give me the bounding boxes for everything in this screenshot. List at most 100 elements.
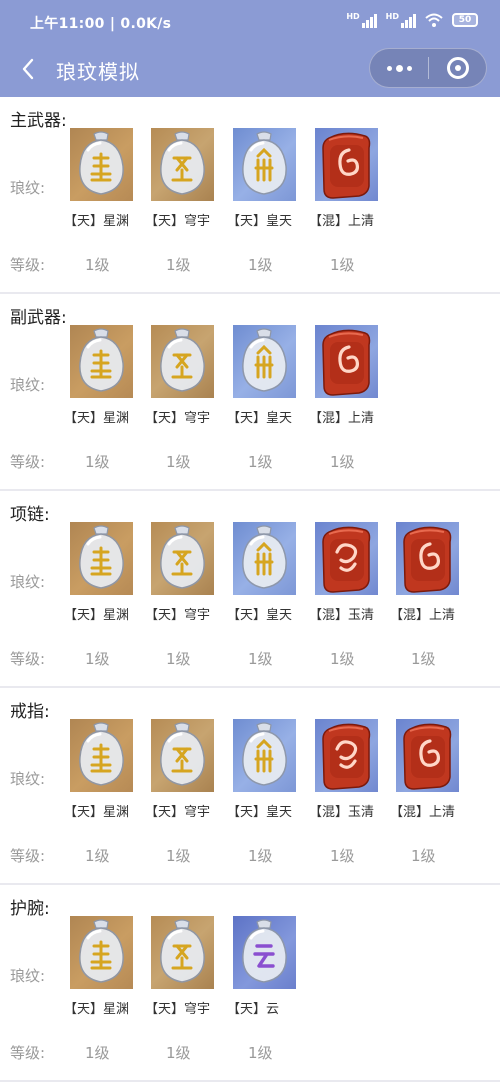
more-button[interactable] [370,49,428,87]
rune-item[interactable]: 【混】上清 1级 [390,522,476,672]
yuqing-rune-icon[interactable] [315,522,378,595]
rune-item[interactable]: 【天】星渊 1级 [64,719,150,869]
shangqing-rune-icon[interactable] [396,522,459,595]
rune-item[interactable]: 【天】穹宇 1级 [145,128,231,278]
xingyuan-rune-icon[interactable] [70,522,133,595]
qiongyu-rune-icon[interactable] [151,719,214,792]
rune-level[interactable]: 1级 [85,254,110,275]
huangtian-rune-icon[interactable] [233,325,296,398]
rune-level[interactable]: 1级 [166,845,191,866]
rune-item[interactable]: 【天】皇天 1级 [227,522,313,672]
rune-level[interactable]: 1级 [85,1042,110,1063]
shangqing-rune-icon[interactable] [315,325,378,398]
qiongyu-rune-icon[interactable] [151,325,214,398]
rune-item[interactable]: 【天】皇天 1级 [227,325,313,475]
rune-name: 【天】星渊 [64,805,130,820]
rune-level[interactable]: 1级 [330,845,355,866]
shangqing-rune-icon[interactable] [396,719,459,792]
section-title: 戒指: [10,702,50,722]
rune-item[interactable]: 【天】皇天 1级 [227,719,313,869]
rune-level[interactable]: 1级 [411,845,436,866]
rune-level[interactable]: 1级 [166,648,191,669]
rune-item[interactable]: 【混】玉清 1级 [309,522,395,672]
rune-name: 【天】皇天 [227,608,293,623]
rune-item[interactable]: 【天】星渊 1级 [64,128,150,278]
rune-label: 琅纹: [10,179,46,197]
rune-name: 【天】穹宇 [145,411,211,426]
rune-level[interactable]: 1级 [248,1042,273,1063]
rune-item[interactable]: 【天】穹宇 1级 [145,522,231,672]
level-label: 等级: [10,453,46,471]
xingyuan-rune-icon[interactable] [70,916,133,989]
close-button[interactable] [429,49,486,87]
huangtian-rune-icon[interactable] [233,522,296,595]
rune-level[interactable]: 1级 [85,451,110,472]
back-button[interactable] [14,54,44,84]
rune-name: 【混】上清 [309,214,375,229]
rune-label: 琅纹: [10,376,46,394]
rune-name: 【天】皇天 [227,805,293,820]
rune-name: 【天】穹宇 [145,805,211,820]
rune-level[interactable]: 1级 [166,254,191,275]
huangtian-rune-icon[interactable] [233,128,296,201]
rune-level[interactable]: 1级 [330,254,355,275]
rune-level[interactable]: 1级 [85,845,110,866]
qiongyu-rune-icon[interactable] [151,128,214,201]
xingyuan-rune-icon[interactable] [70,128,133,201]
rune-label: 琅纹: [10,967,46,985]
rune-name: 【天】皇天 [227,411,293,426]
huangtian-rune-icon[interactable] [233,719,296,792]
chevron-left-icon [22,58,34,80]
xingyuan-rune-icon[interactable] [70,719,133,792]
mini-program-capsule [369,48,487,88]
rune-item[interactable]: 【天】穹宇 1级 [145,325,231,475]
equipment-section: 戒指: 琅纹: 等级: 【天】星渊 1级 【天】穹宇 1级 【天】皇天 1级 【混】玉清 1级 【混】… [0,688,500,885]
status-bar: 上午11:00 | 0.0K/s HD HD 50 [0,0,500,44]
rune-name: 【天】星渊 [64,1002,130,1017]
rune-item[interactable]: 【混】玉清 1级 [309,719,395,869]
rune-level[interactable]: 1级 [85,648,110,669]
rune-item[interactable]: 【天】星渊 1级 [64,916,150,1066]
rune-level[interactable]: 1级 [166,1042,191,1063]
battery-icon: 50 [452,13,478,27]
rune-level[interactable]: 1级 [411,648,436,669]
rune-name: 【混】玉清 [309,805,375,820]
rune-name: 【混】上清 [390,805,456,820]
qiongyu-rune-icon[interactable] [151,522,214,595]
xingyuan-rune-icon[interactable] [70,325,133,398]
hd-label: HD [346,12,360,21]
hd-label: HD [385,12,399,21]
shangqing-rune-icon[interactable] [315,128,378,201]
rune-level[interactable]: 1级 [248,451,273,472]
rune-item[interactable]: 【天】穹宇 1级 [145,719,231,869]
yuqing-rune-icon[interactable] [315,719,378,792]
rune-name: 【天】星渊 [64,608,130,623]
rune-level[interactable]: 1级 [330,451,355,472]
rune-item[interactable]: 【混】上清 1级 [390,719,476,869]
equipment-section: 护腕: 琅纹: 等级: 【天】星渊 1级 【天】穹宇 1级 【天】云 1级 [0,885,500,1082]
rune-name: 【天】穹宇 [145,608,211,623]
rune-level[interactable]: 1级 [166,451,191,472]
rune-level[interactable]: 1级 [248,648,273,669]
section-title: 副武器: [10,308,67,328]
rune-item[interactable]: 【天】皇天 1级 [227,128,313,278]
rune-item[interactable]: 【混】上清 1级 [309,128,395,278]
rune-item[interactable]: 【天】星渊 1级 [64,522,150,672]
section-title: 护腕: [10,899,50,919]
wifi-icon [425,13,443,27]
rune-level[interactable]: 1级 [330,648,355,669]
rune-item[interactable]: 【天】云 1级 [227,916,313,1066]
level-label: 等级: [10,256,46,274]
level-label: 等级: [10,847,46,865]
yun-rune-icon[interactable] [233,916,296,989]
rune-item[interactable]: 【天】星渊 1级 [64,325,150,475]
rune-level[interactable]: 1级 [248,845,273,866]
rune-name: 【天】星渊 [64,214,130,229]
rune-name: 【混】上清 [390,608,456,623]
rune-item[interactable]: 【天】穹宇 1级 [145,916,231,1066]
rune-level[interactable]: 1级 [248,254,273,275]
qiongyu-rune-icon[interactable] [151,916,214,989]
rune-name: 【天】穹宇 [145,1002,211,1017]
rune-name: 【混】玉清 [309,608,375,623]
rune-item[interactable]: 【混】上清 1级 [309,325,395,475]
